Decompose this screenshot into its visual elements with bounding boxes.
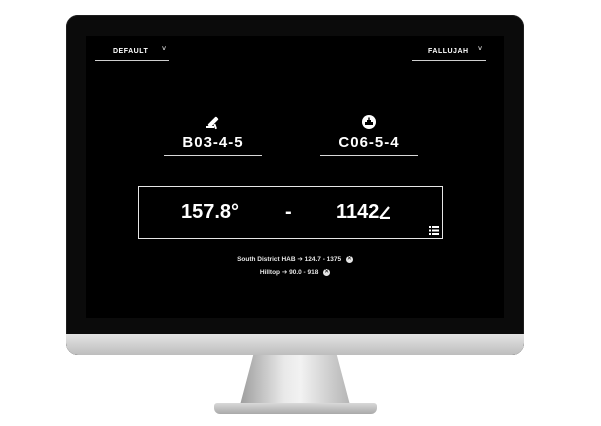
target-position[interactable]: C06-5-4 (320, 114, 418, 156)
remove-target-button[interactable]: ✕ (345, 255, 353, 263)
preset-dropdown-value: DEFAULT (113, 48, 149, 55)
monitor-chin (66, 334, 524, 355)
target-icon (320, 114, 418, 134)
solution-separator: - (285, 201, 292, 223)
azimuth-value: 157.8° (181, 201, 240, 223)
monitor-base (214, 403, 377, 414)
mortar-icon (164, 114, 262, 134)
secondary-target-text: Hilltop ➔ 90.0 - 918 (259, 269, 319, 276)
map-dropdown[interactable]: FALLUJAH ˅ (412, 45, 486, 61)
secondary-target-text: South District HAB ➔ 124.7 - 1375 (237, 256, 342, 263)
chevron-down-icon: ˅ (478, 46, 483, 53)
mortar-grid: B03-4-5 (164, 134, 262, 156)
elevation-value: 1142 (336, 201, 392, 224)
app-screen: DEFAULT ˅ FALLUJAH ˅ B03-4-5 C06-5-4 157… (86, 36, 504, 318)
preset-dropdown[interactable]: DEFAULT ˅ (95, 45, 169, 61)
list-icon[interactable] (429, 226, 439, 235)
elevation-number: 1142 (336, 201, 380, 223)
secondary-target-row: Hilltop ➔ 90.0 - 918 ✕ (86, 268, 504, 276)
monitor-stand (240, 355, 350, 405)
mortar-position[interactable]: B03-4-5 (164, 114, 262, 156)
secondary-target-row: South District HAB ➔ 124.7 - 1375 ✕ (86, 255, 504, 263)
target-grid: C06-5-4 (320, 134, 418, 156)
angle-icon (379, 206, 391, 220)
map-dropdown-value: FALLUJAH (428, 48, 469, 55)
remove-target-button[interactable]: ✕ (323, 268, 331, 276)
firing-solution: 157.8° - 1142 (138, 186, 443, 239)
chevron-down-icon: ˅ (162, 46, 167, 53)
